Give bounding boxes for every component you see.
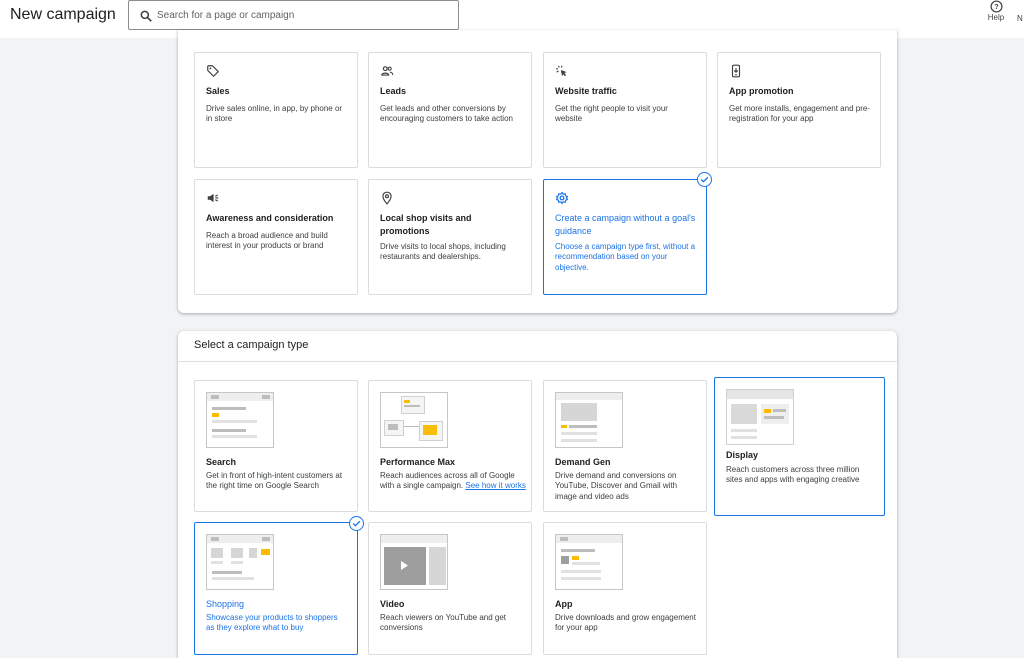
- display-illustration: [726, 389, 794, 445]
- help-label: Help: [987, 13, 1005, 22]
- objective-card-website-traffic[interactable]: Website traffic Get the right people to …: [543, 52, 707, 168]
- people-icon: [381, 66, 394, 76]
- campaign-title: Shopping: [206, 599, 245, 609]
- gear-icon: [555, 191, 569, 205]
- phone-icon: [731, 64, 741, 78]
- campaign-title: Display: [726, 450, 759, 460]
- objective-description: Get the right people to visit your websi…: [555, 104, 668, 124]
- tag-icon: [207, 65, 219, 77]
- campaign-card-app[interactable]: App Drive downloads and grow engagement …: [543, 522, 707, 655]
- selected-check-icon: [349, 516, 364, 531]
- objective-title: Awareness and consideration: [206, 213, 334, 223]
- megaphone-icon: [207, 193, 219, 203]
- svg-text:?: ?: [994, 4, 998, 11]
- campaign-type-panel: Select a campaign type Search Get in fro…: [178, 331, 897, 658]
- search-input[interactable]: [157, 5, 447, 25]
- campaign-title: Search: [206, 457, 237, 467]
- objective-card-app-promotion[interactable]: App promotion Get more installs, engagem…: [717, 52, 881, 168]
- objective-panel: Sales Drive sales online, in app, by pho…: [178, 30, 897, 313]
- shopping-illustration: [206, 534, 274, 590]
- selected-check-icon: [697, 172, 712, 187]
- help-icon: ?: [989, 0, 1003, 13]
- objective-title: Website traffic: [555, 86, 617, 96]
- objective-description: Drive visits to local shops, including r…: [380, 242, 506, 262]
- campaign-description: Drive downloads and grow engagement for …: [555, 613, 696, 633]
- campaign-card-demand-gen[interactable]: Demand Gen Drive demand and conversions …: [543, 380, 707, 512]
- campaign-card-performance-max[interactable]: Performance Max Reach audiences across a…: [368, 380, 532, 512]
- objective-description: Get more installs, engagement and pre-re…: [729, 104, 870, 124]
- section-divider: [178, 361, 897, 362]
- play-icon: [401, 561, 408, 570]
- objective-card-awareness[interactable]: Awareness and consideration Reach a broa…: [194, 179, 358, 295]
- campaign-description: Get in front of high-intent customers at…: [206, 471, 343, 491]
- campaign-card-shopping[interactable]: Shopping Showcase your products to shopp…: [194, 522, 358, 655]
- campaign-card-search[interactable]: Search Get in front of high-intent custo…: [194, 380, 358, 512]
- objective-description: Get leads and other conversions by encou…: [380, 104, 513, 124]
- objective-title: Sales: [206, 86, 230, 96]
- next-button-edge[interactable]: N: [1017, 14, 1023, 23]
- objective-title: Create a campaign without a goal's guida…: [555, 213, 696, 236]
- demand-gen-illustration: [555, 392, 623, 448]
- campaign-card-display[interactable]: Display Reach customers across three mil…: [714, 377, 885, 516]
- campaign-card-video[interactable]: Video Reach viewers on YouTube and get c…: [368, 522, 532, 655]
- campaign-title: Video: [380, 599, 405, 609]
- campaign-description: Reach viewers on YouTube and get convers…: [380, 613, 507, 633]
- search-icon: [140, 10, 152, 22]
- objective-card-sales[interactable]: Sales Drive sales online, in app, by pho…: [194, 52, 358, 168]
- objective-title: Local shop visits and promotions: [380, 213, 472, 236]
- campaign-title: Demand Gen: [555, 457, 611, 467]
- objective-description: Drive sales online, in app, by phone or …: [206, 104, 343, 124]
- performance-max-illustration: [380, 392, 448, 448]
- search-field[interactable]: [128, 0, 459, 30]
- objective-title: Leads: [380, 86, 407, 96]
- campaign-description: Reach audiences across all of Google wit…: [380, 471, 526, 492]
- app-illustration: [555, 534, 623, 590]
- search-illustration: [206, 392, 274, 448]
- cursor-click-icon: [556, 65, 567, 77]
- see-how-it-works-link[interactable]: See how it works: [465, 481, 525, 490]
- page-title: New campaign: [10, 6, 116, 23]
- campaign-description: Drive demand and conversions on YouTube,…: [555, 471, 678, 501]
- objective-description: Reach a broad audience and build interes…: [206, 231, 328, 251]
- location-pin-icon: [382, 191, 392, 205]
- objective-card-local-shop[interactable]: Local shop visits and promotions Drive v…: [368, 179, 532, 295]
- campaign-description: Reach customers across three million sit…: [726, 465, 860, 485]
- help-button[interactable]: ? Help: [985, 0, 1007, 22]
- video-illustration: [380, 534, 448, 590]
- objective-card-no-guidance[interactable]: Create a campaign without a goal's guida…: [543, 179, 707, 295]
- campaign-description: Showcase your products to shoppers as th…: [206, 613, 338, 633]
- objective-description: Choose a campaign type first, without a …: [555, 242, 696, 272]
- campaign-title: Performance Max: [380, 457, 456, 467]
- objective-title: App promotion: [729, 86, 794, 96]
- objective-card-leads[interactable]: Leads Get leads and other conversions by…: [368, 52, 532, 168]
- section-title: Select a campaign type: [194, 339, 309, 351]
- campaign-title: App: [555, 599, 573, 609]
